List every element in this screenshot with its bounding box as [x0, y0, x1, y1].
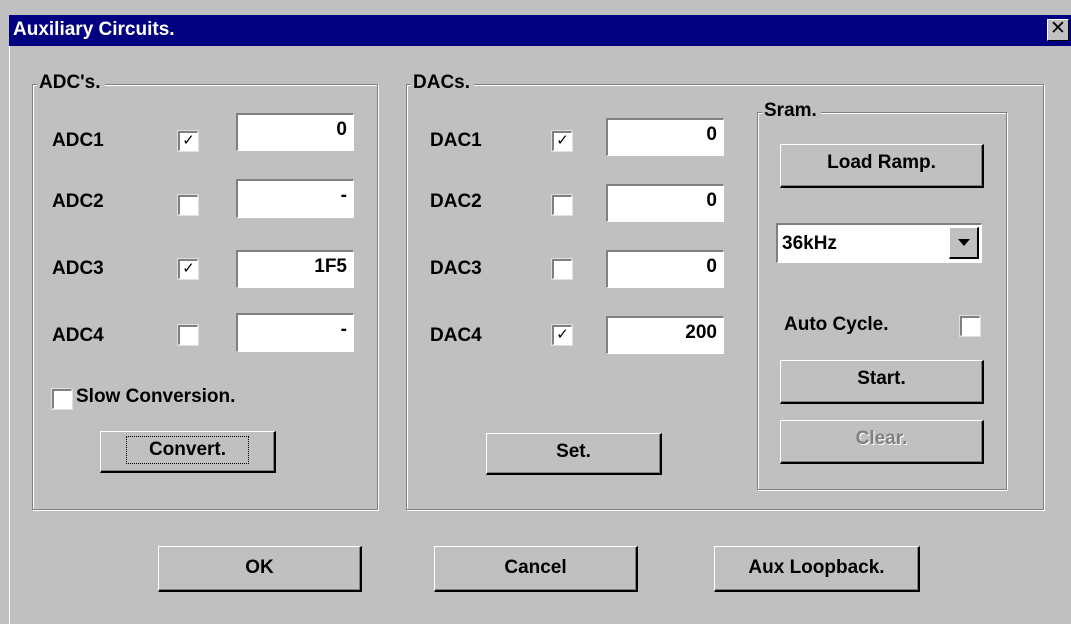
cancel-button-label: Cancel [504, 557, 567, 578]
adc2-checkbox[interactable] [177, 194, 199, 216]
adc2-value-field[interactable]: - [236, 179, 354, 218]
dac3-checkbox[interactable] [551, 258, 573, 280]
dac4-value-field[interactable]: 200 [606, 316, 724, 354]
dac-group-title: DACs. [411, 72, 475, 94]
ok-button[interactable]: OK [158, 546, 362, 592]
adc4-label: ADC4 [52, 325, 104, 346]
load-ramp-button-label: Load Ramp. [827, 152, 936, 173]
dac1-value-field[interactable]: 0 [606, 118, 724, 156]
dac3-label: DAC3 [430, 258, 482, 279]
window-title: Auxiliary Circuits. [13, 19, 175, 40]
convert-button[interactable]: Convert. [100, 431, 276, 473]
close-icon: ✕ [1050, 18, 1066, 39]
cancel-button[interactable]: Cancel [434, 546, 638, 592]
adc3-value-field[interactable]: 1F5 [236, 250, 354, 288]
dac2-label: DAC2 [430, 191, 482, 212]
adc1-value-field[interactable]: 0 [236, 113, 354, 151]
start-button-label: Start. [857, 368, 906, 389]
clear-button-label: Clear. [855, 428, 908, 449]
checkmark-icon: ✓ [556, 132, 569, 149]
dac4-checkbox[interactable]: ✓ [551, 324, 573, 346]
checkmark-icon: ✓ [556, 326, 569, 343]
dropdown-arrow-icon[interactable] [949, 227, 979, 259]
aux-loopback-button-label: Aux Loopback. [748, 557, 885, 578]
adc-group-title: ADC's. [37, 72, 105, 94]
dac1-checkbox[interactable]: ✓ [551, 130, 573, 152]
dac3-value-field[interactable]: 0 [606, 250, 724, 288]
dac4-label: DAC4 [430, 325, 482, 346]
auto-cycle-label: Auto Cycle. [784, 314, 889, 335]
checkmark-icon: ✓ [182, 260, 195, 277]
slow-conversion-checkbox[interactable] [51, 388, 73, 410]
adc4-value-field[interactable]: - [236, 313, 354, 352]
load-ramp-button[interactable]: Load Ramp. [780, 144, 984, 188]
adc2-label: ADC2 [52, 191, 104, 212]
convert-button-label: Convert. [125, 436, 250, 464]
slow-conversion-label[interactable]: Slow Conversion. [76, 386, 235, 408]
title-bar: Auxiliary Circuits. ✕ [9, 15, 1071, 46]
dac1-label: DAC1 [430, 130, 482, 151]
sram-group-title: Sram. [762, 100, 821, 122]
frequency-select[interactable]: 36kHz [776, 223, 982, 263]
clear-button: Clear. [780, 420, 984, 464]
close-button[interactable]: ✕ [1047, 19, 1069, 41]
checkmark-icon: ✓ [182, 132, 195, 149]
auto-cycle-checkbox[interactable] [959, 315, 981, 337]
adc1-checkbox[interactable]: ✓ [177, 130, 199, 152]
adc3-label: ADC3 [52, 258, 104, 279]
start-button[interactable]: Start. [780, 360, 984, 404]
set-button[interactable]: Set. [486, 433, 662, 475]
aux-loopback-button[interactable]: Aux Loopback. [714, 546, 920, 592]
dac2-checkbox[interactable] [551, 194, 573, 216]
dac2-value-field[interactable]: 0 [606, 184, 724, 222]
frequency-value: 36kHz [782, 233, 837, 254]
ok-button-label: OK [245, 557, 274, 578]
set-button-label: Set. [556, 441, 591, 462]
adc3-checkbox[interactable]: ✓ [177, 258, 199, 280]
window-border [9, 46, 10, 624]
adc1-label: ADC1 [52, 130, 104, 151]
adc4-checkbox[interactable] [177, 324, 199, 346]
